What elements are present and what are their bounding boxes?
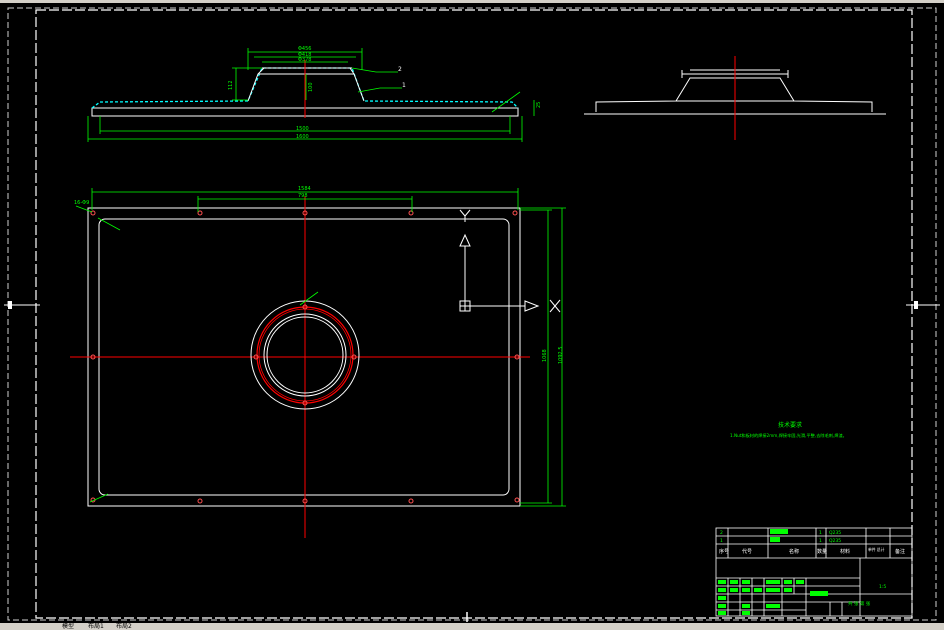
svg-text:798: 798 — [298, 193, 308, 199]
svg-text:100: 100 — [308, 82, 314, 92]
tb-header-remark: 备注 — [895, 548, 905, 555]
plan-view[interactable]: 1584 798 1068 1092.5 16-Φ9 — [70, 186, 566, 538]
balloon-2: 2 — [398, 66, 402, 73]
tb-row2-qty: 1 — [819, 538, 822, 544]
svg-text:1584: 1584 — [298, 186, 311, 192]
tb-header-name: 名称 — [789, 548, 799, 555]
svg-text:1600: 1600 — [296, 134, 309, 140]
tb-row1-mat: Q235 — [829, 530, 841, 536]
technical-requirements: 技术要求 1.Nut和板材的焊接2mm,焊接牢固,光滑,平整,去除毛刺,焊渣。 — [730, 421, 847, 439]
svg-text:1092.5: 1092.5 — [558, 347, 564, 365]
svg-text:1500: 1500 — [296, 126, 309, 132]
tech-req-title: 技术要求 — [778, 421, 802, 429]
side-view[interactable] — [584, 56, 886, 140]
tab-model[interactable]: 模型 — [62, 623, 74, 630]
front-view[interactable]: Φ456 Φ418 Φ378 112 100 1500 1600 25 2 1 — [87, 46, 542, 142]
title-block: 2 1 Q235 1 1 Q235 1:5 共 张 第 张 序号 代号 名称 数… — [715, 527, 913, 617]
tb-row1-qty: 1 — [819, 530, 822, 536]
layout-tabs-bar: 模型 布局1 布局2 — [0, 623, 944, 630]
tech-req-line1: 1.Nut和板材的焊接2mm,焊接牢固,光滑,平整,去除毛刺,焊渣。 — [730, 432, 847, 439]
svg-text:1068: 1068 — [542, 349, 548, 362]
tab-layout1[interactable]: 布局1 — [88, 623, 104, 630]
balloon-1: 1 — [402, 82, 406, 89]
tb-header-qty: 数量 — [817, 548, 827, 555]
svg-text:Φ378: Φ378 — [298, 57, 311, 63]
tab-layout2[interactable]: 布局2 — [116, 623, 132, 630]
drawing-canvas[interactable]: Φ456 Φ418 Φ378 112 100 1500 1600 25 2 1 — [0, 0, 944, 630]
sheet-frame — [4, 7, 940, 622]
ucs-icon — [459, 209, 561, 313]
tb-scale: 1:5 — [879, 584, 886, 590]
tb-header-weight: 单件 总计 — [868, 547, 885, 552]
svg-text:25: 25 — [536, 102, 542, 108]
tb-row1-no: 2 — [720, 530, 723, 536]
tb-sheet: 共 张 第 张 — [848, 600, 871, 607]
tb-header-no: 序号 — [719, 548, 729, 555]
tb-header-material: 材料 — [840, 548, 850, 555]
svg-text:16-Φ9: 16-Φ9 — [74, 200, 89, 206]
tb-row2-mat: Q235 — [829, 538, 841, 544]
svg-text:112: 112 — [228, 80, 234, 90]
tb-row2-no: 1 — [720, 538, 723, 544]
tb-header-code: 代号 — [742, 548, 752, 555]
